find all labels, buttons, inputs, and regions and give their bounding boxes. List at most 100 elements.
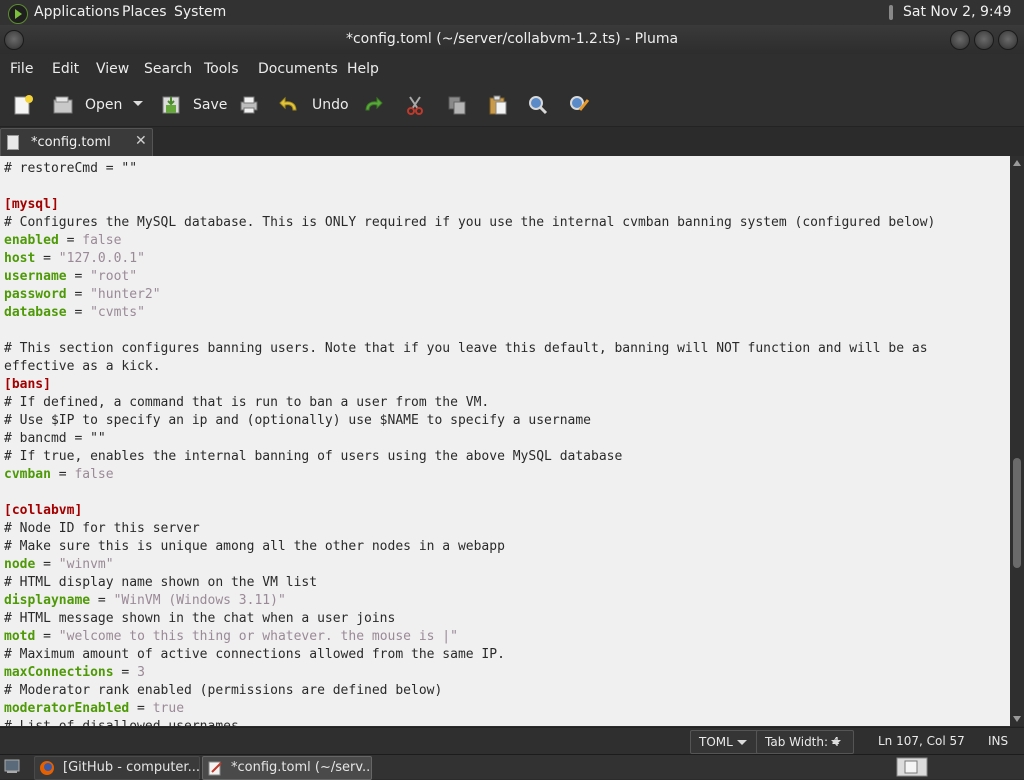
undo-button[interactable]: Undo [312, 97, 349, 113]
open-button[interactable]: Open [85, 97, 122, 113]
save-icon[interactable] [160, 94, 182, 116]
code-line[interactable] [4, 484, 935, 502]
code-line[interactable] [4, 178, 935, 196]
system-menu[interactable]: System [174, 0, 226, 25]
workspace-switcher-icon[interactable] [896, 757, 928, 777]
vertical-scrollbar[interactable] [1010, 156, 1024, 726]
maximize-button[interactable] [974, 30, 994, 50]
editor-content[interactable]: # restoreCmd # restoreCmd = "" [mysql] # Co… [4, 156, 935, 726]
code-line[interactable]: # If true, enables the internal banning … [4, 448, 935, 466]
code-token: motd [4, 629, 36, 644]
code-line[interactable]: [bans] [4, 376, 935, 394]
code-token: # This section configures banning users.… [4, 341, 928, 356]
code-token: = [35, 557, 59, 572]
text-editor[interactable]: # restoreCmd # restoreCmd = "" [mysql] # Co… [0, 156, 1010, 726]
find-icon[interactable] [527, 94, 549, 116]
code-line[interactable]: # restoreCmd = "" [4, 160, 935, 178]
print-icon[interactable] [238, 94, 260, 116]
clock[interactable]: Sat Nov 2, 9:49 AM [903, 0, 1024, 45]
scroll-down-icon[interactable] [1013, 716, 1021, 722]
code-line[interactable]: database = "cvmts" [4, 304, 935, 322]
code-token: true [152, 701, 185, 716]
places-menu[interactable]: Places [122, 0, 167, 25]
code-line[interactable]: # If defined, a command that is run to b… [4, 394, 935, 412]
code-line[interactable]: cvmban = false [4, 466, 935, 484]
code-line[interactable]: node = "winvm" [4, 556, 935, 574]
firefox-icon [40, 761, 54, 775]
task-pluma[interactable]: *config.toml (~/serv... [202, 756, 372, 780]
code-line[interactable]: maxConnections = 3 [4, 664, 935, 682]
code-token: effective as a kick. [4, 359, 161, 374]
code-token: # Maximum amount of active connections a… [4, 647, 505, 662]
show-desktop-icon[interactable] [4, 759, 20, 774]
task-firefox[interactable]: [GitHub - computer... [34, 756, 200, 780]
code-token: enabled [4, 233, 59, 248]
redo-icon[interactable] [362, 94, 384, 116]
new-document-icon[interactable] [12, 94, 34, 116]
code-line[interactable]: # Use $IP to specify an ip and (optional… [4, 412, 935, 430]
minimize-button[interactable] [950, 30, 970, 50]
code-line[interactable]: # bancmd = "" [4, 430, 935, 448]
code-line[interactable]: # HTML message shown in the chat when a … [4, 610, 935, 628]
top-panel: Applications Places System Sat Nov 2, 9:… [0, 0, 1024, 45]
code-line[interactable]: # HTML display name shown on the VM list [4, 574, 935, 592]
close-button[interactable] [998, 30, 1018, 50]
code-line[interactable]: moderatorEnabled = true [4, 700, 935, 718]
tab-close-icon[interactable]: ✕ [135, 133, 147, 149]
copy-icon[interactable] [446, 94, 468, 116]
code-line[interactable]: # Node ID for this server [4, 520, 935, 538]
code-line[interactable]: # Moderator rank enabled (permissions ar… [4, 682, 935, 700]
code-line[interactable]: motd = "welcome to this thing or whateve… [4, 628, 935, 646]
mate-logo-icon[interactable] [8, 4, 28, 24]
code-line[interactable]: # List of disallowed usernames [4, 718, 935, 726]
code-token: = [66, 305, 91, 320]
chevron-down-icon [737, 740, 747, 745]
menu-help[interactable]: Help [347, 54, 379, 84]
code-token: database [4, 305, 67, 320]
code-line[interactable]: host = "127.0.0.1" [4, 250, 935, 268]
menu-view[interactable]: View [96, 54, 129, 84]
menu-tools[interactable]: Tools [204, 54, 239, 84]
menu-documents[interactable]: Documents [258, 54, 338, 84]
code-line[interactable]: # This section configures banning users.… [4, 340, 935, 358]
code-line[interactable]: # Make sure this is unique among all the… [4, 538, 935, 556]
code-token: "root" [90, 269, 138, 284]
undo-icon[interactable] [278, 94, 300, 116]
scrollbar-thumb[interactable] [1013, 458, 1021, 568]
menu-edit[interactable]: Edit [52, 54, 79, 84]
tab-width-selector[interactable]: Tab Width: 4 [756, 730, 854, 754]
open-recent-chevron-down-icon[interactable] [133, 101, 143, 106]
code-line[interactable]: displayname = "WinVM (Windows 3.11)" [4, 592, 935, 610]
code-line[interactable]: password = "hunter2" [4, 286, 935, 304]
code-line[interactable]: # Maximum amount of active connections a… [4, 646, 935, 664]
code-token: [bans] [4, 377, 51, 392]
code-token: false [74, 467, 114, 482]
code-token: [collabvm] [4, 503, 83, 518]
save-button[interactable]: Save [193, 97, 227, 113]
code-line[interactable]: effective as a kick. [4, 358, 935, 376]
code-token: cvmban [4, 467, 51, 482]
menubar: File Edit View Search Tools Documents He… [0, 54, 1024, 84]
menu-search[interactable]: Search [144, 54, 192, 84]
code-line[interactable]: username = "root" [4, 268, 935, 286]
applications-menu[interactable]: Applications [34, 0, 120, 25]
code-line[interactable]: [collabvm] [4, 502, 935, 520]
open-icon[interactable] [52, 94, 74, 116]
task-pluma-label: *config.toml (~/serv... [231, 760, 372, 775]
tab-config-toml[interactable]: *config.toml ✕ [0, 128, 153, 157]
cut-icon[interactable] [404, 94, 426, 116]
code-token: "hunter2" [90, 287, 161, 302]
find-replace-icon[interactable] [568, 94, 590, 116]
paste-icon[interactable] [487, 94, 509, 116]
code-token: = [58, 233, 83, 248]
code-line[interactable]: enabled = false [4, 232, 935, 250]
code-line[interactable]: # Configures the MySQL database. This is… [4, 214, 935, 232]
document-tabs: *config.toml ✕ [0, 127, 1024, 157]
code-token: # Moderator rank enabled (permissions ar… [4, 683, 443, 698]
language-selector[interactable]: TOML [690, 730, 760, 754]
scroll-up-icon[interactable] [1013, 160, 1021, 166]
code-line[interactable] [4, 322, 935, 340]
menu-file[interactable]: File [10, 54, 33, 84]
window-title-bar[interactable]: *config.toml (~/server/collabvm-1.2.ts) … [0, 25, 1024, 54]
code-line[interactable]: [mysql] [4, 196, 935, 214]
